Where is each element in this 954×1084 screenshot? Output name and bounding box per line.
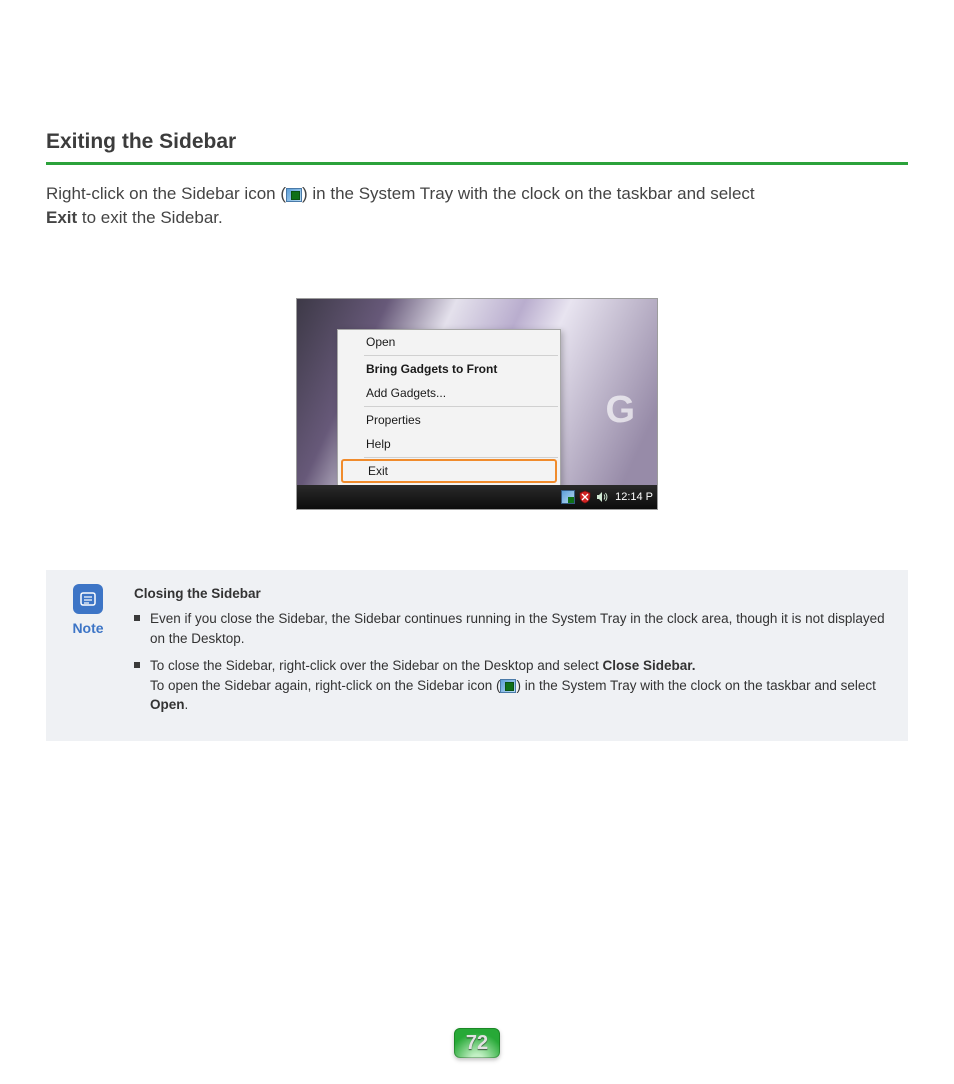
intro-exit-bold: Exit [46,208,77,227]
intro-paragraph: Right-click on the Sidebar icon ( ) in th… [46,182,908,230]
note-badge: Note [62,584,114,723]
note-title: Closing the Sidebar [134,584,892,604]
note-box: Note Closing the Sidebar Even if you clo… [46,570,908,741]
menu-item-properties[interactable]: Properties [338,408,560,432]
menu-item-bring-gadgets-front[interactable]: Bring Gadgets to Front [338,357,560,381]
menu-item-add-gadgets[interactable]: Add Gadgets... [338,381,560,405]
note-bullet-2b: To open the Sidebar again, right-click o… [150,678,500,693]
screenshot: G Open Bring Gadgets to Front Add Gadget… [296,298,658,510]
note-close-sidebar-bold: Close Sidebar. [603,658,696,673]
menu-item-exit-highlighted[interactable]: Exit [341,459,557,483]
intro-text-1: Right-click on the Sidebar icon ( [46,184,286,203]
tray-security-icon[interactable] [578,490,592,504]
intro-text-3: to exit the Sidebar. [77,208,223,227]
taskbar-clock[interactable]: 12:14 P [615,491,653,503]
section-heading: Exiting the Sidebar [46,130,908,158]
tray-volume-icon[interactable] [595,490,609,504]
note-bullet-2a: To close the Sidebar, right-click over t… [150,658,603,673]
screenshot-container: G Open Bring Gadgets to Front Add Gadget… [46,298,908,510]
menu-separator [364,457,558,458]
note-bullet-2c: ) in the System Tray with the clock on t… [516,678,875,693]
tray-sidebar-icon[interactable] [561,490,575,504]
note-bullet-2: To close the Sidebar, right-click over t… [134,656,892,715]
menu-separator [364,355,558,356]
menu-item-help[interactable]: Help [338,432,560,456]
background-letter: G [605,389,637,432]
page-number-badge: 72 [454,1028,500,1058]
sidebar-tray-icon-small [500,679,516,693]
note-icon [73,584,103,614]
note-bullet-1: Even if you close the Sidebar, the Sideb… [134,609,892,648]
sidebar-tray-icon [286,188,302,202]
note-bullet-1-text: Even if you close the Sidebar, the Sideb… [150,611,885,646]
menu-item-open[interactable]: Open [338,330,560,354]
menu-separator [364,406,558,407]
note-bullet-2d: . [185,697,189,712]
page-number: 72 [466,1032,488,1055]
note-label: Note [72,620,103,636]
taskbar: 12:14 P [297,485,657,509]
note-open-bold: Open [150,697,185,712]
context-menu: Open Bring Gadgets to Front Add Gadgets.… [337,329,561,487]
document-page: Exiting the Sidebar Right-click on the S… [0,130,954,1084]
note-content: Closing the Sidebar Even if you close th… [134,584,892,723]
intro-text-2: ) in the System Tray with the clock on t… [302,184,755,203]
heading-rule [46,162,908,165]
